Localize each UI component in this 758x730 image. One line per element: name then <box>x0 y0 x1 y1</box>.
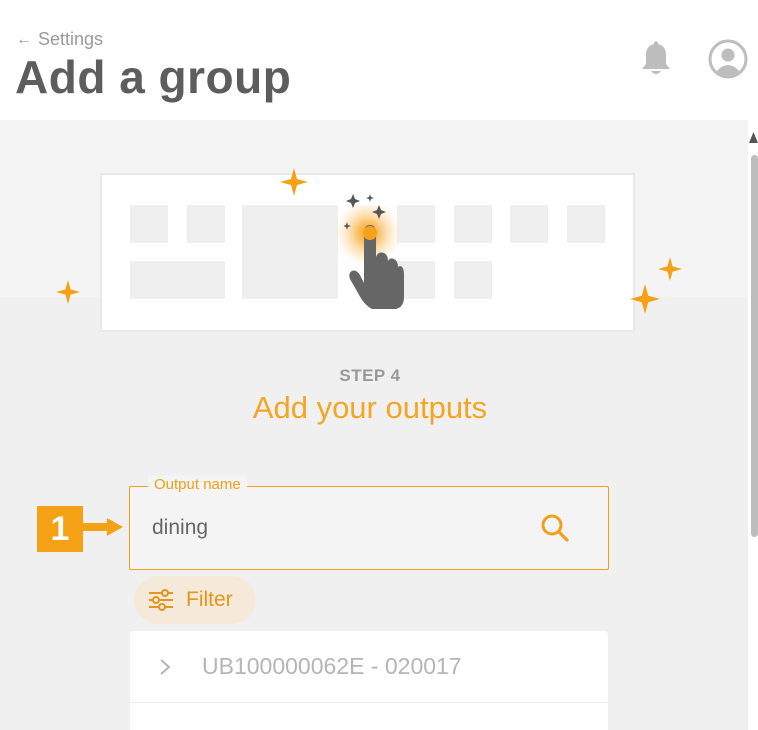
page-title: Add a group <box>15 51 292 103</box>
step-callout-badge: 1 <box>37 506 83 552</box>
step-label: STEP 4 <box>339 366 401 385</box>
back-to-settings-link[interactable]: ← Settings <box>16 29 103 50</box>
user-avatar-icon[interactable] <box>708 39 748 79</box>
illustration-tile <box>454 205 492 243</box>
illustration-tile <box>242 205 338 299</box>
callout-arrow-icon <box>83 518 123 536</box>
filter-button[interactable]: Filter <box>134 576 256 624</box>
output-name-field[interactable]: Output name <box>129 476 609 570</box>
bell-icon[interactable] <box>638 40 674 78</box>
illustration-tile <box>510 205 548 243</box>
sparkle-icon <box>630 284 660 314</box>
back-link-label: Settings <box>38 29 104 49</box>
list-item[interactable]: UB100000062E - 020017 <box>130 631 608 703</box>
arrow-left-icon: ← <box>16 30 32 48</box>
wizard-panel: STEP 4 Add your outputs Output name Filt… <box>0 120 748 730</box>
illustration-tile <box>567 205 605 243</box>
output-name-label: Output name <box>148 476 247 493</box>
scroll-up-arrow[interactable] <box>749 130 758 144</box>
illustration-tile <box>130 205 168 243</box>
sliders-icon <box>149 589 173 611</box>
search-icon[interactable] <box>540 513 570 543</box>
chevron-right-icon[interactable] <box>158 658 172 676</box>
output-name-input[interactable] <box>152 511 512 545</box>
illustration-tile <box>187 205 225 243</box>
step-title: Add your outputs <box>252 390 488 425</box>
illustration-tile <box>130 261 225 299</box>
output-results-list: UB100000062E - 020017 <box>130 631 608 730</box>
list-item-label: UB100000062E - 020017 <box>202 653 462 679</box>
filter-label: Filter <box>186 588 233 611</box>
sparkle-icon <box>658 257 682 281</box>
sparkle-icon <box>280 168 308 196</box>
scrollbar-thumb[interactable] <box>751 155 758 537</box>
page-header: ← Settings Add a group <box>0 0 758 120</box>
illustration-tile <box>454 261 492 299</box>
sparkle-icon <box>56 280 80 304</box>
pointing-hand-icon <box>344 194 404 309</box>
grid-illustration <box>100 173 635 332</box>
